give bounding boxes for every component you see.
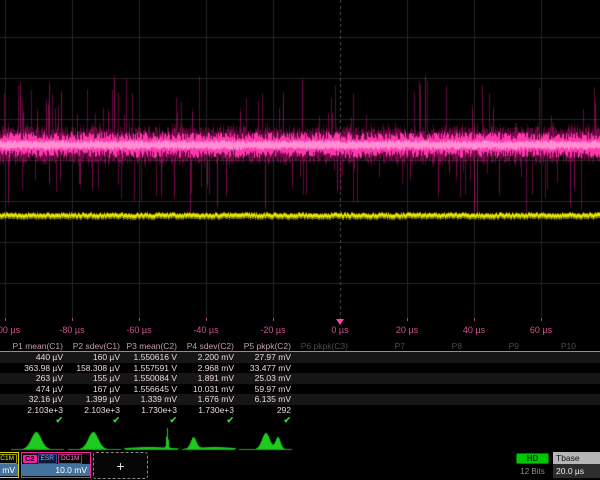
descriptor-bar: DC1M 10.0 mV C2 ESR DC1M 10.0 mV + HD 12… — [0, 452, 600, 480]
meas-status-check: ✔ — [124, 415, 181, 425]
meas-value-cell: 32.16 µV — [10, 394, 67, 404]
channel-c1-descriptor[interactable]: DC1M 10.0 mV — [0, 452, 19, 478]
meas-value-cell: 2.103e+3 — [67, 405, 124, 415]
c2-coupling-badge: DC1M — [58, 454, 82, 464]
meas-header-cell[interactable]: P6 pkpk(C3) — [295, 341, 352, 351]
time-axis: -100 µs -80 µs -60 µs -40 µs -20 µs 0 µs 20 µs… — [0, 318, 600, 338]
meas-row-max: 474 µV167 µV1.556645 V10.031 mV59.97 mV — [0, 384, 600, 395]
hd-mode-badge[interactable]: HD — [516, 453, 549, 464]
meas-value-cell: 440 µV — [10, 352, 67, 362]
x-axis-label: 20 µs — [396, 325, 418, 335]
axis-tick — [273, 318, 274, 321]
meas-value-cell: 474 µV — [10, 384, 67, 394]
add-trace-button[interactable]: + — [93, 452, 148, 479]
meas-value-cell: 27.97 mV — [238, 352, 295, 362]
axis-tick — [541, 318, 542, 321]
x-axis-label: -40 µs — [193, 325, 218, 335]
axis-tick — [407, 318, 408, 321]
c2-esr-badge: ESR — [38, 454, 57, 464]
timebase-label: Tbase — [553, 452, 600, 464]
trigger-position-marker[interactable] — [336, 319, 344, 325]
measurement-table: P1 mean(C1)P2 sdev(C1)P3 mean(C2)P4 sdev… — [0, 340, 600, 426]
meas-status-check: ✔ — [181, 415, 238, 425]
meas-value-cell: 2.200 mV — [181, 352, 238, 362]
axis-tick — [139, 318, 140, 321]
c1-vertical-scale: 10.0 mV — [0, 464, 18, 476]
axis-tick — [474, 318, 475, 321]
meas-row-num: 2.103e+32.103e+31.730e+31.730e+3292 — [0, 405, 600, 416]
timebase-descriptor[interactable]: Tbase 20.0 µs — [553, 452, 600, 479]
axis-tick — [72, 318, 73, 321]
meas-row-min: 263 µV155 µV1.550084 V1.891 mV25.03 mV — [0, 373, 600, 384]
meas-value-cell: 167 µV — [67, 384, 124, 394]
plus-icon: + — [116, 458, 124, 474]
x-axis-label: -100 µs — [0, 325, 20, 335]
meas-value-cell: 158.308 µV — [67, 363, 124, 373]
c2-vertical-scale: 10.0 mV — [22, 464, 90, 476]
meas-value-cell: 6.135 mV — [238, 394, 295, 404]
x-axis-label: 40 µs — [463, 325, 485, 335]
axis-tick — [5, 318, 6, 321]
x-axis-label: 0 µs — [331, 325, 348, 335]
meas-row-sdev: 32.16 µV1.399 µV1.339 mV1.676 mV6.135 mV — [0, 394, 600, 405]
meas-value-cell: 160 µV — [67, 352, 124, 362]
meas-header-cell[interactable]: P5 pkpk(C2) — [238, 341, 295, 351]
c1-coupling-badge: DC1M — [0, 454, 17, 464]
meas-row-value: 440 µV160 µV1.550616 V2.200 mV27.97 mV — [0, 352, 600, 363]
hd-bits-label: 12 Bits — [510, 467, 555, 476]
channel-c2-descriptor[interactable]: C2 ESR DC1M 10.0 mV — [21, 452, 91, 478]
meas-value-cell: 1.556645 V — [124, 384, 181, 394]
x-axis-label: -80 µs — [59, 325, 84, 335]
timebase-scale: 20.0 µs — [553, 464, 600, 478]
axis-tick — [206, 318, 207, 321]
meas-status-check: ✔ — [238, 415, 295, 425]
meas-value-cell: 25.03 mV — [238, 373, 295, 383]
meas-value-cell: 1.557591 V — [124, 363, 181, 373]
oscilloscope-screen: -100 µs -80 µs -60 µs -40 µs -20 µs 0 µs 20 µs… — [0, 0, 600, 480]
meas-value-cell: 263 µV — [10, 373, 67, 383]
meas-value-cell: 363.98 µV — [10, 363, 67, 373]
meas-header-cell[interactable]: P7 — [352, 341, 409, 351]
c2-channel-badge: C2 — [23, 455, 37, 463]
meas-value-cell: 292 — [238, 405, 295, 415]
waveform-display[interactable] — [0, 0, 600, 318]
meas-value-cell: 2.968 mV — [181, 363, 238, 373]
meas-header-cell[interactable]: P1 mean(C1) — [10, 341, 67, 351]
measurement-histicons[interactable] — [0, 426, 600, 452]
meas-value-cell: 33.477 mV — [238, 363, 295, 373]
meas-value-cell: 155 µV — [67, 373, 124, 383]
meas-header-cell[interactable]: P4 sdev(C2) — [181, 341, 238, 351]
meas-header-cell[interactable]: P10 — [523, 341, 580, 351]
meas-header-cell[interactable]: P8 — [409, 341, 466, 351]
meas-row-mean: 363.98 µV158.308 µV1.557591 V2.968 mV33.… — [0, 363, 600, 374]
meas-value-cell: 1.730e+3 — [124, 405, 181, 415]
meas-value-cell: 1.550616 V — [124, 352, 181, 362]
meas-value-cell: 1.730e+3 — [181, 405, 238, 415]
meas-value-cell: 1.676 mV — [181, 394, 238, 404]
meas-value-cell: 2.103e+3 — [10, 405, 67, 415]
meas-header-cell[interactable]: P2 sdev(C1) — [67, 341, 124, 351]
meas-value-cell: 10.031 mV — [181, 384, 238, 394]
meas-header-row: P1 mean(C1)P2 sdev(C1)P3 mean(C2)P4 sdev… — [0, 340, 600, 352]
meas-header-cell[interactable]: P9 — [466, 341, 523, 351]
meas-value-cell: 1.339 mV — [124, 394, 181, 404]
meas-status-check: ✔ — [10, 415, 67, 425]
x-axis-label: -60 µs — [126, 325, 151, 335]
meas-value-cell: 1.891 mV — [181, 373, 238, 383]
meas-status-check: ✔ — [67, 415, 124, 425]
meas-row-status: ✔✔✔✔✔ — [0, 415, 600, 426]
meas-header-cell[interactable]: P3 mean(C2) — [124, 341, 181, 351]
meas-value-cell: 59.97 mV — [238, 384, 295, 394]
meas-value-cell: 1.550084 V — [124, 373, 181, 383]
x-axis-label: -20 µs — [260, 325, 285, 335]
meas-value-cell: 1.399 µV — [67, 394, 124, 404]
x-axis-label: 60 µs — [530, 325, 552, 335]
